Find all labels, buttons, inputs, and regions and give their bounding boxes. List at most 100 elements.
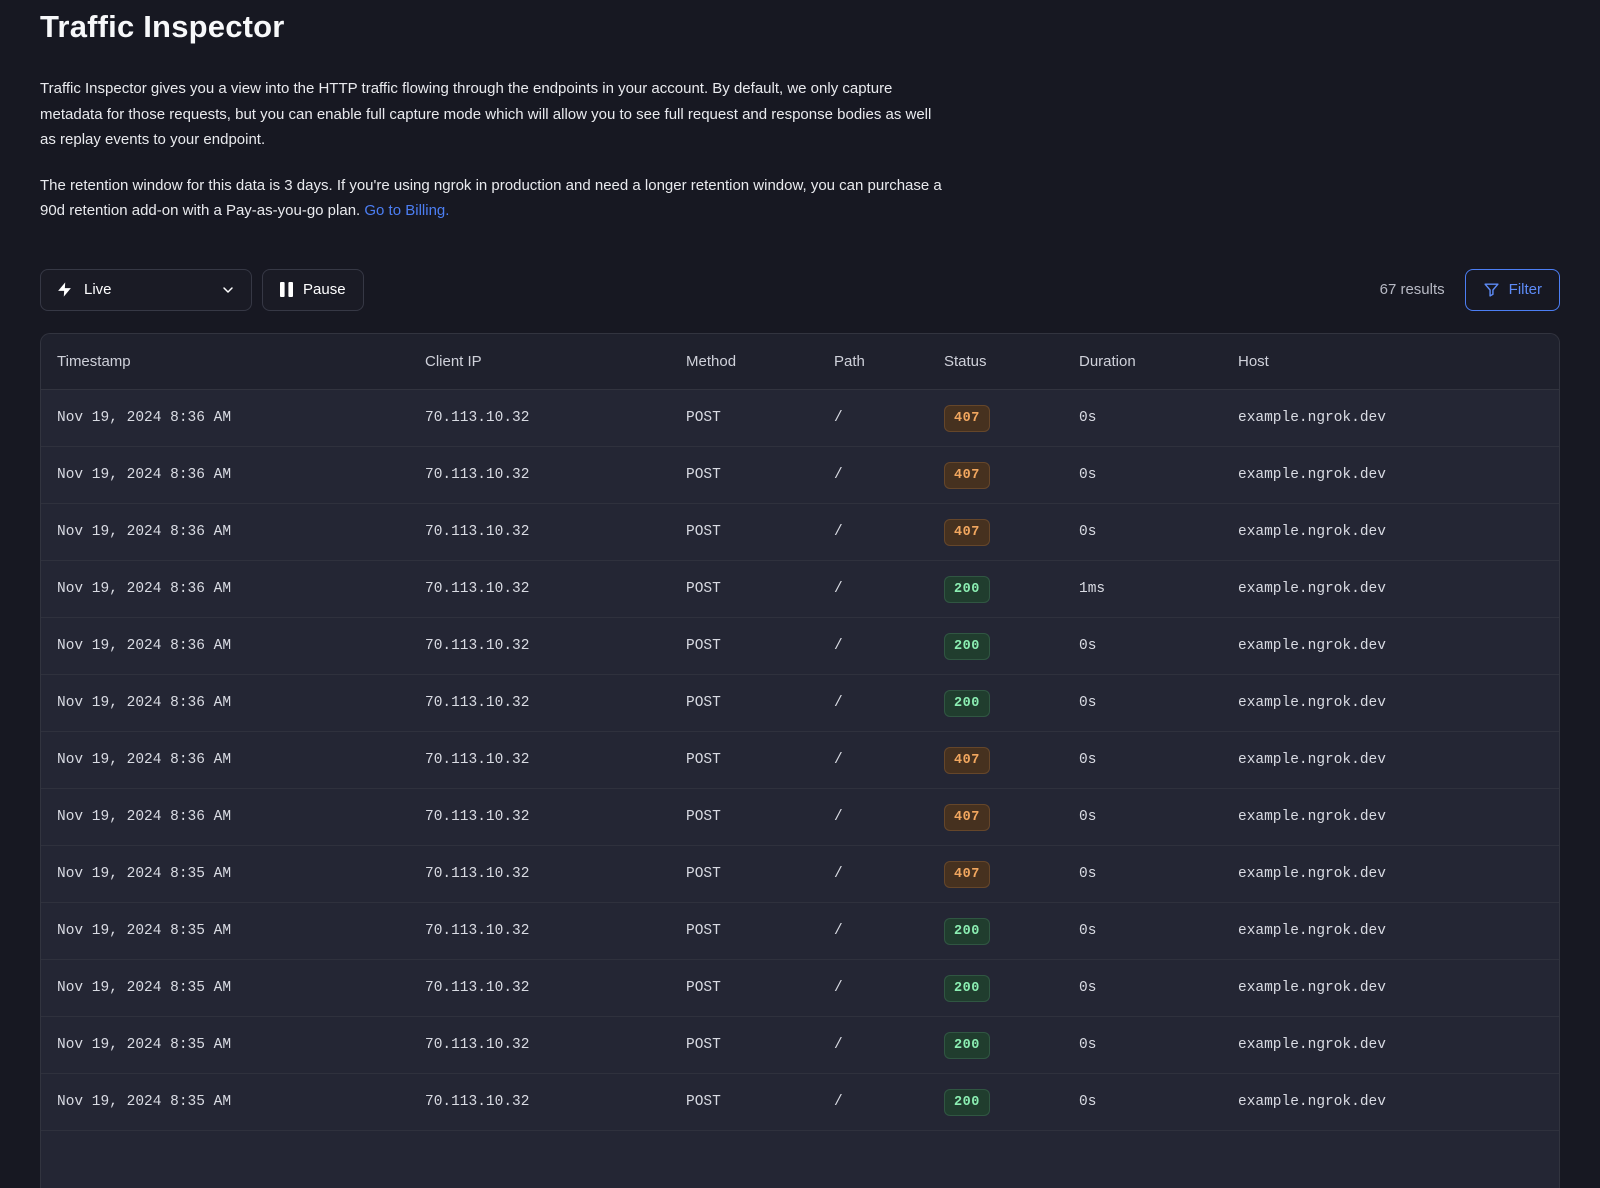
method-cell: POST xyxy=(670,447,818,504)
client-ip-cell: 70.113.10.32 xyxy=(409,390,670,447)
path-cell: / xyxy=(818,960,928,1017)
table-row[interactable]: Nov 19, 2024 8:36 AM 70.113.10.32 POST /… xyxy=(41,390,1559,447)
table-row[interactable]: Nov 19, 2024 8:35 AM 70.113.10.32 POST /… xyxy=(41,903,1559,960)
column-header-status: Status xyxy=(928,334,1063,390)
duration-cell: 0s xyxy=(1063,447,1222,504)
traffic-inspector-page: Traffic Inspector Traffic Inspector give… xyxy=(0,0,1600,1188)
method-cell: POST xyxy=(670,1017,818,1074)
status-cell: 200 xyxy=(928,675,1063,732)
filter-button[interactable]: Filter xyxy=(1465,269,1560,311)
timestamp-cell: Nov 19, 2024 8:36 AM xyxy=(41,789,409,846)
status-badge: 200 xyxy=(944,918,990,945)
method-cell: POST xyxy=(670,960,818,1017)
path-cell: / xyxy=(818,789,928,846)
table-header: Timestamp Client IP Method Path Status D… xyxy=(41,334,1559,390)
column-header-method: Method xyxy=(670,334,818,390)
duration-cell: 0s xyxy=(1063,504,1222,561)
client-ip-cell: 70.113.10.32 xyxy=(409,447,670,504)
status-badge: 200 xyxy=(944,633,990,660)
duration-cell: 0s xyxy=(1063,1074,1222,1131)
status-cell: 407 xyxy=(928,732,1063,789)
status-cell: 200 xyxy=(928,1017,1063,1074)
duration-cell: 0s xyxy=(1063,675,1222,732)
host-cell: example.ngrok.dev xyxy=(1222,390,1559,447)
duration-cell: 0s xyxy=(1063,732,1222,789)
filter-label: Filter xyxy=(1509,281,1542,298)
timestamp-cell: Nov 19, 2024 8:36 AM xyxy=(41,447,409,504)
timestamp-cell: Nov 19, 2024 8:35 AM xyxy=(41,903,409,960)
traffic-table: Timestamp Client IP Method Path Status D… xyxy=(40,333,1560,1188)
status-badge: 407 xyxy=(944,519,990,546)
live-mode-select[interactable]: Live xyxy=(40,269,252,311)
host-cell: example.ngrok.dev xyxy=(1222,447,1559,504)
client-ip-cell: 70.113.10.32 xyxy=(409,675,670,732)
method-cell: POST xyxy=(670,1074,818,1131)
client-ip-cell: 70.113.10.32 xyxy=(409,561,670,618)
host-cell: example.ngrok.dev xyxy=(1222,561,1559,618)
duration-cell: 0s xyxy=(1063,846,1222,903)
host-cell: example.ngrok.dev xyxy=(1222,732,1559,789)
pause-label: Pause xyxy=(303,281,346,298)
host-cell: example.ngrok.dev xyxy=(1222,618,1559,675)
status-badge: 200 xyxy=(944,1089,990,1116)
timestamp-cell: Nov 19, 2024 8:36 AM xyxy=(41,618,409,675)
timestamp-cell: Nov 19, 2024 8:35 AM xyxy=(41,960,409,1017)
path-cell: / xyxy=(818,675,928,732)
status-cell: 407 xyxy=(928,504,1063,561)
status-badge: 200 xyxy=(944,576,990,603)
client-ip-cell: 70.113.10.32 xyxy=(409,960,670,1017)
table-row[interactable]: Nov 19, 2024 8:36 AM 70.113.10.32 POST /… xyxy=(41,789,1559,846)
client-ip-cell: 70.113.10.32 xyxy=(409,846,670,903)
table-row[interactable]: Nov 19, 2024 8:36 AM 70.113.10.32 POST /… xyxy=(41,561,1559,618)
duration-cell: 0s xyxy=(1063,903,1222,960)
table-row[interactable]: Nov 19, 2024 8:36 AM 70.113.10.32 POST /… xyxy=(41,504,1559,561)
status-badge: 407 xyxy=(944,405,990,432)
table-row[interactable]: Nov 19, 2024 8:35 AM 70.113.10.32 POST /… xyxy=(41,1074,1559,1131)
host-cell: example.ngrok.dev xyxy=(1222,789,1559,846)
table-row[interactable]: Nov 19, 2024 8:35 AM 70.113.10.32 POST /… xyxy=(41,960,1559,1017)
method-cell: POST xyxy=(670,789,818,846)
method-cell: POST xyxy=(670,618,818,675)
table-row[interactable]: Nov 19, 2024 8:36 AM 70.113.10.32 POST /… xyxy=(41,732,1559,789)
pause-button[interactable]: Pause xyxy=(262,269,364,311)
host-cell: example.ngrok.dev xyxy=(1222,1017,1559,1074)
billing-link[interactable]: Go to Billing. xyxy=(364,202,449,219)
method-cell: POST xyxy=(670,846,818,903)
method-cell: POST xyxy=(670,561,818,618)
path-cell: / xyxy=(818,504,928,561)
timestamp-cell: Nov 19, 2024 8:36 AM xyxy=(41,504,409,561)
table-row[interactable]: Nov 19, 2024 8:36 AM 70.113.10.32 POST /… xyxy=(41,675,1559,732)
duration-cell: 0s xyxy=(1063,390,1222,447)
host-cell: example.ngrok.dev xyxy=(1222,903,1559,960)
table-row[interactable]: Nov 19, 2024 8:35 AM 70.113.10.32 POST /… xyxy=(41,846,1559,903)
column-header-duration: Duration xyxy=(1063,334,1222,390)
client-ip-cell: 70.113.10.32 xyxy=(409,1074,670,1131)
path-cell: / xyxy=(818,618,928,675)
table-row[interactable]: Nov 19, 2024 8:36 AM 70.113.10.32 POST /… xyxy=(41,618,1559,675)
path-cell: / xyxy=(818,732,928,789)
timestamp-cell: Nov 19, 2024 8:36 AM xyxy=(41,561,409,618)
page-title: Traffic Inspector xyxy=(40,8,1560,46)
table-row[interactable]: Nov 19, 2024 8:35 AM 70.113.10.32 POST /… xyxy=(41,1017,1559,1074)
status-cell: 200 xyxy=(928,960,1063,1017)
status-cell: 200 xyxy=(928,903,1063,960)
client-ip-cell: 70.113.10.32 xyxy=(409,504,670,561)
description-paragraph-1: Traffic Inspector gives you a view into … xyxy=(40,76,948,153)
path-cell: / xyxy=(818,846,928,903)
timestamp-cell: Nov 19, 2024 8:35 AM xyxy=(41,1074,409,1131)
timestamp-cell: Nov 19, 2024 8:35 AM xyxy=(41,846,409,903)
chevron-down-icon xyxy=(220,282,236,298)
client-ip-cell: 70.113.10.32 xyxy=(409,789,670,846)
status-cell: 200 xyxy=(928,618,1063,675)
column-header-client-ip: Client IP xyxy=(409,334,670,390)
client-ip-cell: 70.113.10.32 xyxy=(409,903,670,960)
method-cell: POST xyxy=(670,732,818,789)
host-cell: example.ngrok.dev xyxy=(1222,504,1559,561)
table-row-partial[interactable] xyxy=(41,1131,1559,1188)
host-cell: example.ngrok.dev xyxy=(1222,675,1559,732)
client-ip-cell: 70.113.10.32 xyxy=(409,1017,670,1074)
table-row[interactable]: Nov 19, 2024 8:36 AM 70.113.10.32 POST /… xyxy=(41,447,1559,504)
lightning-bolt-icon xyxy=(56,281,73,298)
path-cell: / xyxy=(818,1074,928,1131)
retention-text: The retention window for this data is 3 … xyxy=(40,177,942,220)
